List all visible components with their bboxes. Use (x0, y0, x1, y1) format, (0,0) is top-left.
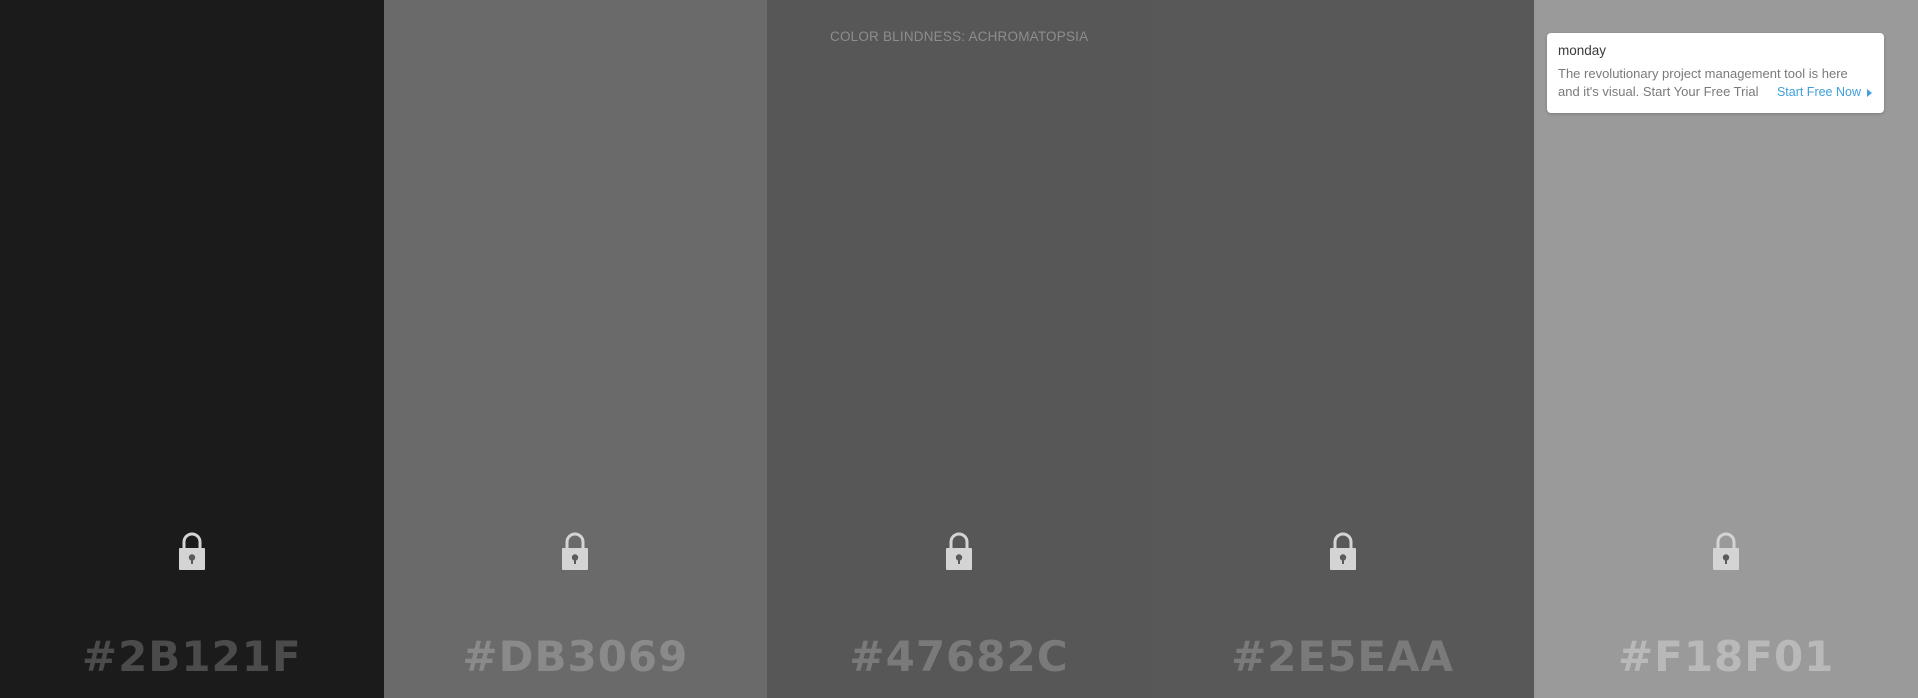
lock-icon[interactable] (177, 530, 207, 572)
hex-code[interactable]: #DB3069 (384, 632, 768, 681)
lock-icon[interactable] (1328, 530, 1358, 572)
swatch-3[interactable]: #47682C (767, 0, 1151, 698)
swatch-2[interactable]: #DB3069 (383, 0, 768, 698)
lock-icon[interactable] (944, 530, 974, 572)
hex-code[interactable]: #F18F01 (1534, 632, 1918, 681)
ad-brand[interactable]: monday (1558, 43, 1873, 58)
hex-code[interactable]: #2E5EAA (1151, 632, 1535, 681)
swatch-4[interactable]: #2E5EAA (1150, 0, 1535, 698)
hex-code[interactable]: #47682C (767, 632, 1151, 681)
palette: #2B121F #DB3069 #47682C #2E5EAA #F18F01 … (0, 0, 1918, 698)
color-blindness-mode-label: COLOR BLINDNESS: ACHROMATOPSIA (830, 29, 1089, 44)
ad-cta-label: Start Free Now (1776, 85, 1861, 99)
ad-cta-link[interactable]: Start Free Now (1776, 83, 1872, 101)
lock-icon[interactable] (560, 530, 590, 572)
hex-code[interactable]: #2B121F (0, 632, 384, 681)
lock-icon[interactable] (1711, 530, 1741, 572)
arrow-right-icon (1867, 88, 1872, 97)
swatch-1[interactable]: #2B121F (0, 0, 384, 698)
ad-card[interactable]: monday The revolutionary project managem… (1547, 33, 1884, 113)
